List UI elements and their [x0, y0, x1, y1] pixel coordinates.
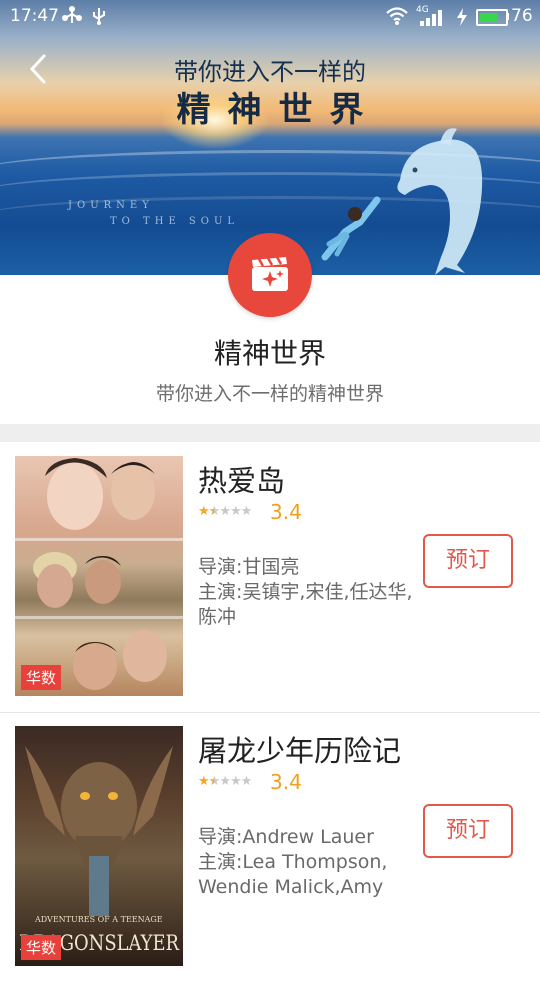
movie-item[interactable]: 华数 热爱岛 ★★★★★ 3.4 导演:甘国亮 主演:吴镇宇,宋佳,任达华,陈冲… [0, 442, 540, 713]
status-time: 17:47 [10, 6, 59, 26]
star-rating: ★★★★★ [198, 774, 253, 789]
poster-art: ADVENTURES OF A TEENAGE DRAGONSLAYER [19, 746, 180, 955]
rating-score: 3.4 [270, 500, 302, 524]
banner-text-soul: TO THE SOUL [110, 216, 240, 227]
star-icon: ★ [229, 774, 242, 789]
diver-illustration [321, 196, 381, 261]
category-name: 精神世界 [213, 337, 326, 370]
movie-title[interactable]: 热爱岛 [198, 458, 285, 500]
status-bar: 17:47 4G 76 [0, 0, 540, 34]
poster-subtitle: ADVENTURES OF A TEENAGE [34, 915, 163, 924]
star-icon: ★ [229, 504, 242, 519]
star-rating: ★★★★★ [198, 504, 253, 519]
usb-tether-icon [62, 6, 82, 31]
star-half-icon: ★ [208, 774, 221, 789]
movie-item[interactable]: ADVENTURES OF A TEENAGE DRAGONSLAYER 华数 … [0, 712, 540, 982]
charging-icon [456, 8, 468, 31]
star-half-icon: ★ [208, 504, 221, 519]
star-icon: ★ [219, 774, 231, 789]
movie-poster[interactable]: 华数 [15, 456, 183, 696]
star-icon: ★ [219, 504, 231, 519]
movie-poster[interactable]: ADVENTURES OF A TEENAGE DRAGONSLAYER 华数 [15, 726, 183, 966]
book-button[interactable]: 预订 [423, 534, 513, 588]
director-text: 导演:Andrew Lauer [198, 826, 374, 848]
battery-icon [476, 9, 508, 26]
dolphin-illustration [397, 128, 483, 275]
source-tag: 华数 [21, 935, 62, 960]
section-divider [0, 424, 540, 442]
star-icon: ★ [240, 774, 253, 789]
battery-percent: 76 [511, 6, 533, 26]
poster-art [15, 458, 183, 690]
actors-text: 主演:Lea Thompson, Wendie Malick,Amy [198, 851, 388, 898]
clapperboard-sparkle-icon [252, 257, 288, 291]
signal-icon [418, 10, 446, 31]
battery-cap [506, 13, 509, 20]
star-icon: ★ [198, 774, 210, 789]
star-icon: ★ [198, 504, 210, 519]
wifi-icon [385, 6, 409, 31]
star-icon: ★ [240, 504, 253, 519]
usb-icon [90, 6, 108, 31]
category-description: 带你进入不一样的精神世界 [155, 383, 384, 405]
battery-level [480, 13, 498, 22]
source-tag: 华数 [21, 665, 62, 690]
category-badge [228, 233, 312, 317]
movie-title[interactable]: 屠龙少年历险记 [198, 728, 401, 770]
director-text: 导演:甘国亮 [198, 556, 300, 578]
rating-score: 3.4 [270, 770, 302, 794]
book-button[interactable]: 预订 [423, 804, 513, 858]
banner-text-journey: JOURNEY [68, 200, 154, 211]
actors-text: 主演:吴镇宇,宋佳,任达华,陈冲 [198, 581, 413, 628]
banner-title: 精神世界 [176, 90, 381, 130]
